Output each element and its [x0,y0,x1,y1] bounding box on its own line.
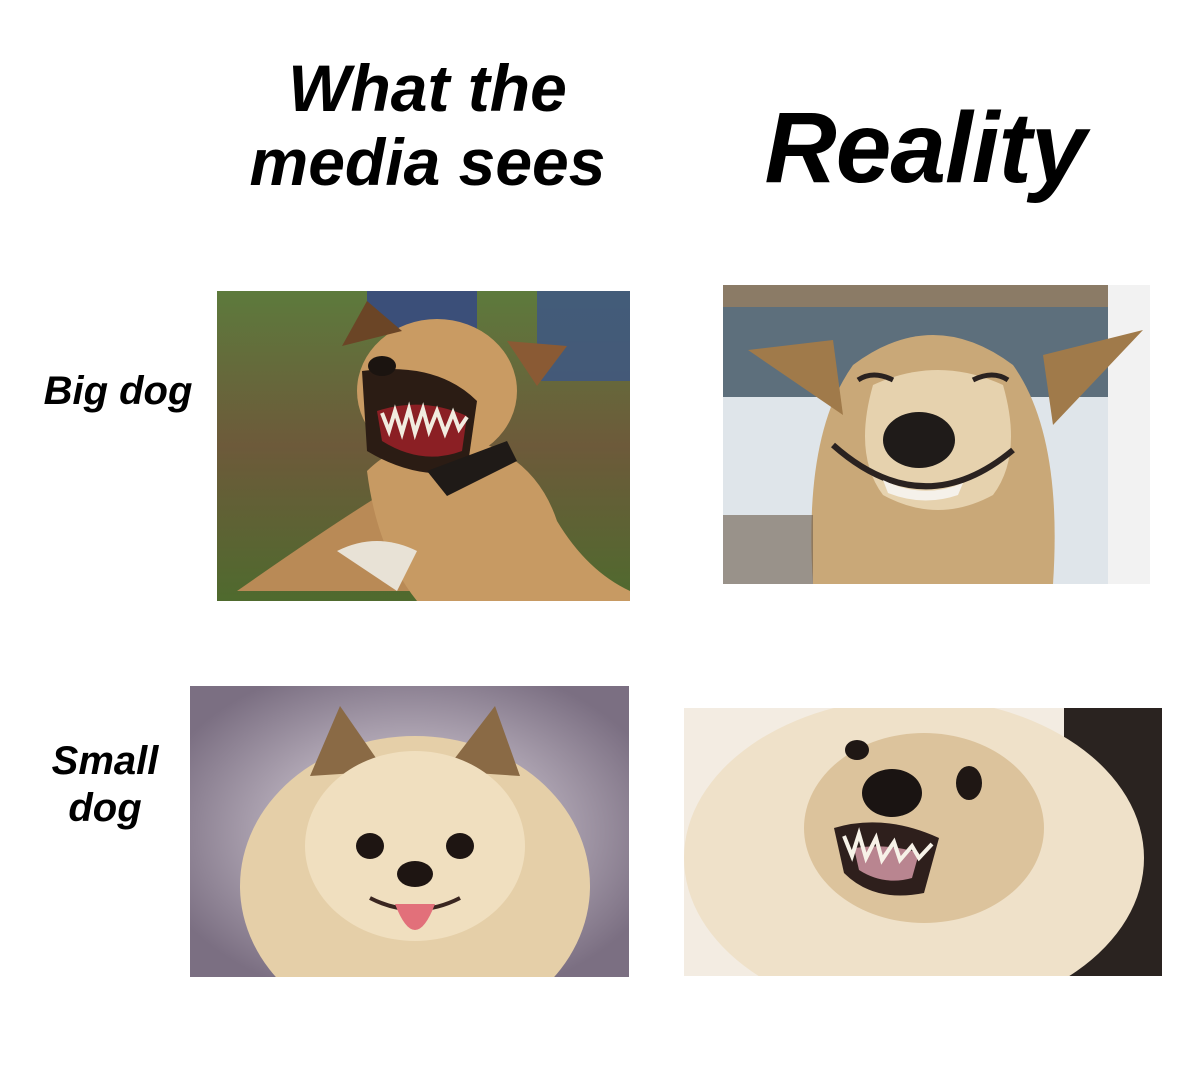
small-dog-label: Small dog [51,739,159,831]
big-dog-media-photo [217,291,630,601]
small-dog-reality-photo [684,708,1162,976]
big-dog-label: Big dog [43,369,193,413]
small-dog-media-photo [190,686,629,977]
media-sees-heading: What the media sees [249,51,606,199]
big-dog-reality-photo [723,285,1150,584]
reality-heading: Reality [764,92,1087,204]
